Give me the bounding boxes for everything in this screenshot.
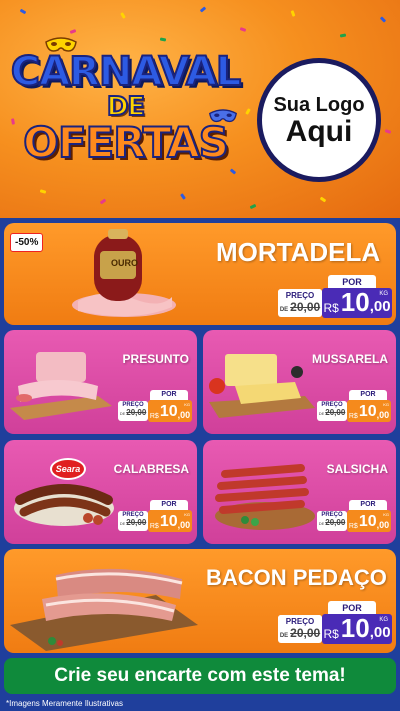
old-price-box: PREÇO DE 20,00 bbox=[118, 401, 148, 421]
old-prefix: DE bbox=[119, 411, 126, 416]
product-card-calabresa[interactable]: Seara CALABRESA POR PREÇO DE 20,00 R$ 10… bbox=[4, 440, 197, 544]
old-prefix: DE bbox=[119, 521, 126, 526]
title-line-2: DE bbox=[106, 92, 146, 122]
product-name: BACON PEDAÇO bbox=[206, 565, 387, 590]
old-price: 20,00 bbox=[126, 518, 147, 527]
old-prefix: DE bbox=[279, 307, 289, 313]
logo-text-line-2: Aqui bbox=[285, 114, 353, 148]
unit: KG bbox=[383, 402, 389, 407]
preco-label: PREÇO bbox=[317, 511, 347, 518]
new-price-box: R$ 10 ,00 KG bbox=[322, 614, 392, 644]
product-card-mortadela[interactable]: OURO MORTADELA POR PREÇO DE 20,00 R$ 10 … bbox=[4, 223, 396, 325]
unit: KG bbox=[383, 512, 389, 517]
por-label: POR bbox=[150, 500, 188, 510]
old-price: 20,00 bbox=[325, 518, 346, 527]
new-price-box: R$ 10 ,00 KG bbox=[347, 510, 391, 532]
product-name: MORTADELA bbox=[216, 237, 381, 267]
currency: R$ bbox=[348, 413, 358, 420]
new-price-int: 10 bbox=[358, 513, 377, 530]
old-prefix: DE bbox=[318, 521, 325, 526]
product-card-bacon[interactable]: BACON PEDAÇO POR PREÇO DE 20,00 R$ 10 ,0… bbox=[4, 549, 396, 653]
product-card-presunto[interactable]: PRESUNTO POR PREÇO DE 20,00 R$ 10 ,00 KG bbox=[4, 330, 197, 434]
brand-label-ouro: OURO bbox=[111, 258, 138, 268]
product-name: SALSICHA bbox=[326, 462, 388, 476]
new-price-int: 10 bbox=[340, 287, 370, 317]
product-card-salsicha[interactable]: SALSICHA POR PREÇO DE 20,00 R$ 10 ,00 KG bbox=[203, 440, 396, 544]
new-price-int: 10 bbox=[159, 403, 178, 420]
carnival-header: CARNAVAL DE OFERTAS Sua Logo Aqui bbox=[0, 0, 400, 218]
preco-label: PREÇO bbox=[278, 289, 322, 300]
seara-logo: Seara bbox=[50, 458, 86, 480]
old-price-box: PREÇO DE 20,00 bbox=[278, 615, 322, 643]
discount-badge: -50% bbox=[10, 233, 44, 252]
old-price: 20,00 bbox=[290, 300, 321, 314]
old-price-box: PREÇO DE 20,00 bbox=[317, 401, 347, 421]
new-price-int: 10 bbox=[358, 403, 377, 420]
unit: KG bbox=[184, 512, 190, 517]
new-price-int: 10 bbox=[159, 513, 178, 530]
product-card-mussarela[interactable]: MUSSARELA POR PREÇO DE 20,00 R$ 10 ,00 K… bbox=[203, 330, 396, 434]
new-price-dec: ,00 bbox=[369, 624, 391, 641]
currency: R$ bbox=[323, 301, 339, 315]
cta-banner[interactable]: Crie seu encarte com este tema! bbox=[4, 658, 396, 694]
old-prefix: DE bbox=[318, 411, 325, 416]
campaign-title: CARNAVAL DE OFERTAS bbox=[8, 49, 243, 177]
product-name: MUSSARELA bbox=[311, 352, 388, 366]
logo-text-line-1: Sua Logo bbox=[273, 93, 365, 116]
por-label: POR bbox=[150, 390, 188, 400]
new-price-box: R$ 10 ,00 KG bbox=[148, 400, 192, 422]
old-price-box: PREÇO DE 20,00 bbox=[317, 511, 347, 531]
new-price-dec: ,00 bbox=[376, 520, 390, 530]
old-prefix: DE bbox=[279, 633, 289, 639]
unit: KG bbox=[184, 402, 190, 407]
brand-label-seara: Seara bbox=[55, 464, 81, 474]
unit: KG bbox=[379, 617, 388, 623]
mussarela-image bbox=[205, 346, 317, 424]
new-price-dec: ,00 bbox=[369, 298, 391, 315]
new-price-dec: ,00 bbox=[177, 520, 191, 530]
preco-label: PREÇO bbox=[278, 615, 322, 626]
new-price-box: R$ 10 ,00 KG bbox=[322, 288, 392, 318]
currency: R$ bbox=[149, 413, 159, 420]
disclaimer-text: *Imagens Meramente Ilustrativas bbox=[6, 699, 123, 708]
currency: R$ bbox=[323, 627, 339, 641]
product-name: PRESUNTO bbox=[122, 352, 189, 366]
product-name: CALABRESA bbox=[113, 462, 189, 476]
old-price: 20,00 bbox=[325, 408, 346, 417]
title-line-3: OFERTAS bbox=[22, 118, 230, 167]
new-price-box: R$ 10 ,00 KG bbox=[347, 400, 391, 422]
logo-placeholder[interactable]: Sua Logo Aqui bbox=[257, 58, 381, 182]
currency: R$ bbox=[348, 523, 358, 530]
preco-label: PREÇO bbox=[118, 401, 148, 408]
new-price-dec: ,00 bbox=[376, 410, 390, 420]
title-line-1: CARNAVAL bbox=[10, 49, 243, 95]
old-price: 20,00 bbox=[126, 408, 147, 417]
bacon-image bbox=[6, 555, 202, 651]
unit: KG bbox=[379, 291, 388, 297]
salsicha-image bbox=[205, 454, 319, 536]
old-price-box: PREÇO DE 20,00 bbox=[278, 289, 322, 317]
preco-label: PREÇO bbox=[317, 401, 347, 408]
por-label: POR bbox=[349, 500, 387, 510]
presunto-image bbox=[8, 346, 116, 422]
new-price-int: 10 bbox=[340, 613, 370, 643]
old-price: 20,00 bbox=[290, 626, 321, 640]
currency: R$ bbox=[149, 523, 159, 530]
new-price-dec: ,00 bbox=[177, 410, 191, 420]
preco-label: PREÇO bbox=[118, 511, 148, 518]
mortadela-image bbox=[64, 227, 184, 321]
new-price-box: R$ 10 ,00 KG bbox=[148, 510, 192, 532]
por-label: POR bbox=[349, 390, 387, 400]
old-price-box: PREÇO DE 20,00 bbox=[118, 511, 148, 531]
